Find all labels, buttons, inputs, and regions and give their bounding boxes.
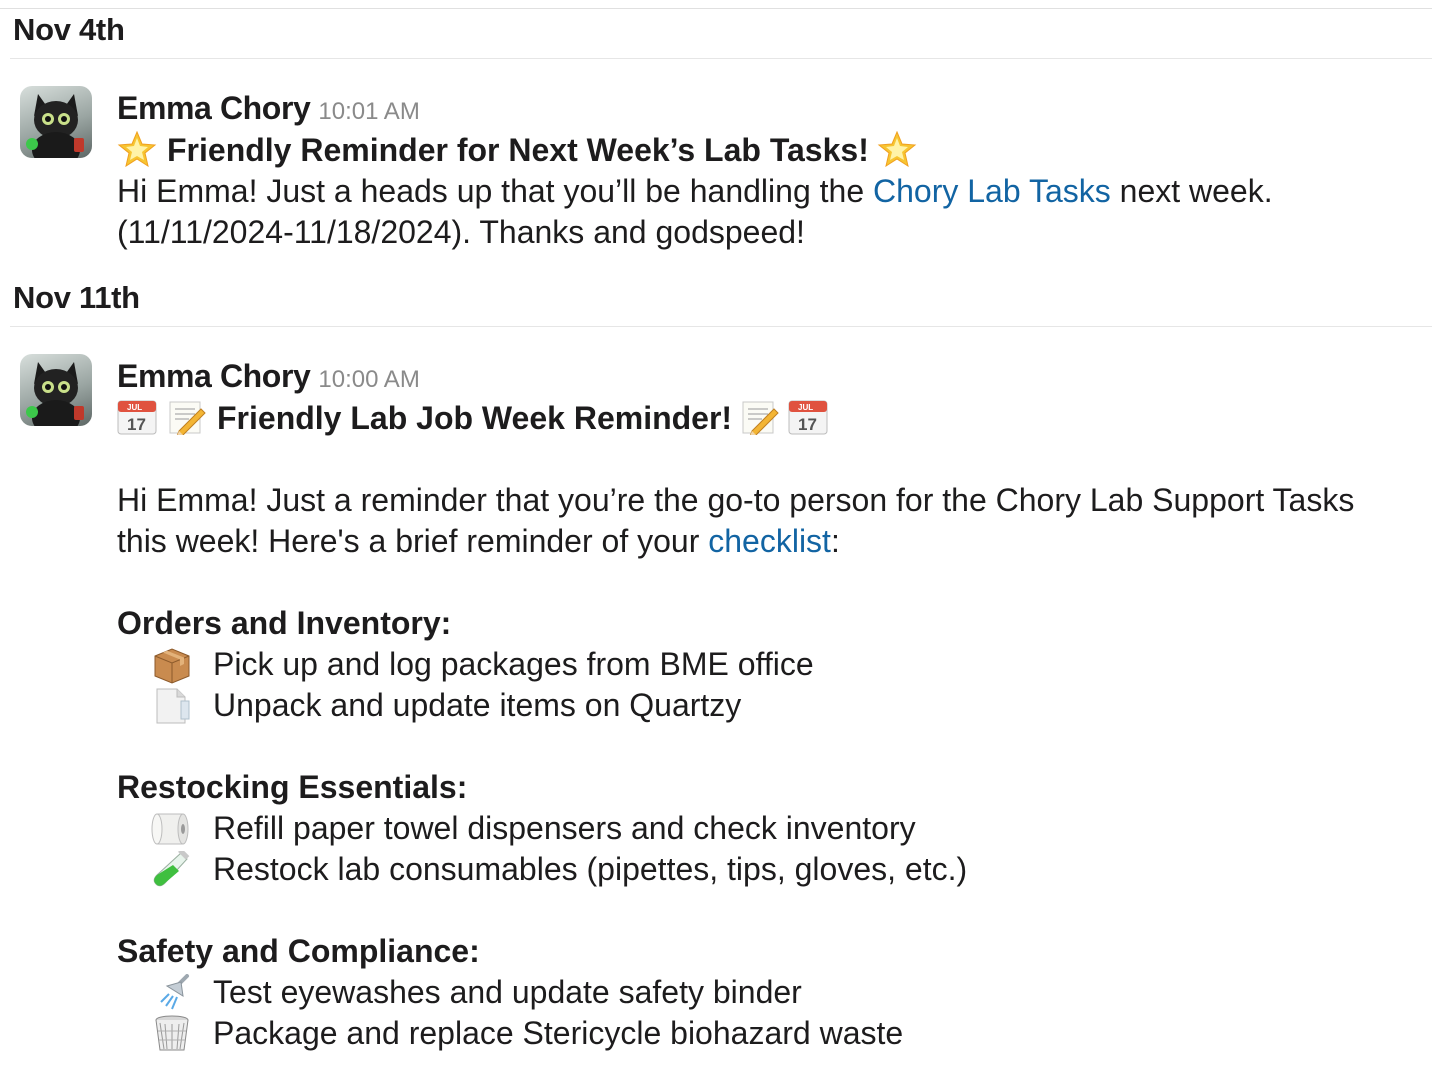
calendar-icon: JUL 17 <box>788 399 828 435</box>
author-name[interactable]: Emma Chory <box>117 358 311 394</box>
svg-text:JUL: JUL <box>127 403 142 412</box>
message[interactable]: Emma Chory 10:01 AM Friendly Reminder for… <box>117 86 1427 253</box>
memo-pencil-icon <box>167 399 207 435</box>
checklist-item: Test eyewashes and update safety binder <box>117 972 1427 1013</box>
section-heading: Restocking Essentials: <box>117 769 468 805</box>
checklist-link[interactable]: checklist <box>708 523 831 559</box>
paper-roll-icon <box>151 810 193 848</box>
title-text: Friendly Reminder for Next Week’s Lab Ta… <box>167 132 869 168</box>
svg-text:JUL: JUL <box>798 403 813 412</box>
top-divider <box>0 8 1432 9</box>
svg-text:17: 17 <box>798 415 817 434</box>
package-icon <box>151 646 193 684</box>
wastebasket-icon <box>151 1015 193 1053</box>
message-body-line: Hi Emma! Just a heads up that you’ll be … <box>117 171 1427 212</box>
checklist-item: Package and replace Stericycle biohazard… <box>117 1013 1427 1054</box>
checklist-item: Pick up and log packages from BME office <box>117 644 1427 685</box>
date-divider <box>10 326 1432 327</box>
item-text: Restock lab consumables (pipettes, tips,… <box>213 851 968 887</box>
body-text: Hi Emma! Just a heads up that you’ll be … <box>117 173 873 209</box>
black-cat-avatar-icon <box>26 94 84 158</box>
item-text: Pick up and log packages from BME office <box>213 646 814 682</box>
date-heading: Nov 4th <box>13 12 125 47</box>
checklist-item: Restock lab consumables (pipettes, tips,… <box>117 849 1427 890</box>
timestamp[interactable]: 10:00 AM <box>318 366 419 393</box>
message-header: Emma Chory 10:01 AM <box>117 86 1427 130</box>
item-text: Refill paper towel dispensers and check … <box>213 810 916 846</box>
body-text: : <box>830 523 840 559</box>
memo-pencil-icon <box>740 399 780 435</box>
avatar[interactable] <box>20 86 92 158</box>
title-text: Friendly Lab Job Week Reminder! <box>217 400 733 436</box>
message-body-line: (11/11/2024-11/18/2024). Thanks and gods… <box>117 214 805 250</box>
body-text: next week. <box>1110 173 1273 209</box>
message-body-line: this week! Here's a brief reminder of yo… <box>117 521 1427 562</box>
message-title: JUL 17 Friendly Lab Job Week Reminder! JU… <box>117 398 1427 439</box>
star-icon <box>877 131 917 167</box>
checklist-item: Unpack and update items on Quartzy <box>117 685 1427 726</box>
item-text: Package and replace Stericycle biohazard… <box>213 1015 904 1051</box>
section-heading: Orders and Inventory: <box>117 605 452 641</box>
message[interactable]: Emma Chory 10:00 AM JUL 17 Friendly Lab Jo… <box>117 354 1427 1054</box>
avatar[interactable] <box>20 354 92 426</box>
author-name[interactable]: Emma Chory <box>117 90 311 126</box>
item-text: Unpack and update items on Quartzy <box>213 687 742 723</box>
page-icon <box>151 687 193 725</box>
calendar-icon: JUL 17 <box>117 399 157 435</box>
message-title: Friendly Reminder for Next Week’s Lab Ta… <box>117 130 1427 171</box>
section-heading: Safety and Compliance: <box>117 933 480 969</box>
black-cat-avatar-icon <box>26 362 84 426</box>
checklist-item: Refill paper towel dispensers and check … <box>117 808 1427 849</box>
star-icon <box>117 131 157 167</box>
date-heading: Nov 11th <box>13 280 140 315</box>
svg-text:17: 17 <box>127 415 146 434</box>
message-header: Emma Chory 10:00 AM <box>117 354 1427 398</box>
shower-icon <box>151 974 193 1012</box>
chory-lab-tasks-link[interactable]: Chory Lab Tasks <box>873 173 1111 209</box>
timestamp[interactable]: 10:01 AM <box>318 98 419 125</box>
date-divider <box>10 58 1432 59</box>
body-text: this week! Here's a brief reminder of yo… <box>117 523 709 559</box>
test-tube-icon <box>151 851 193 889</box>
item-text: Test eyewashes and update safety binder <box>213 974 802 1010</box>
message-body-line: Hi Emma! Just a reminder that you’re the… <box>117 482 1355 518</box>
